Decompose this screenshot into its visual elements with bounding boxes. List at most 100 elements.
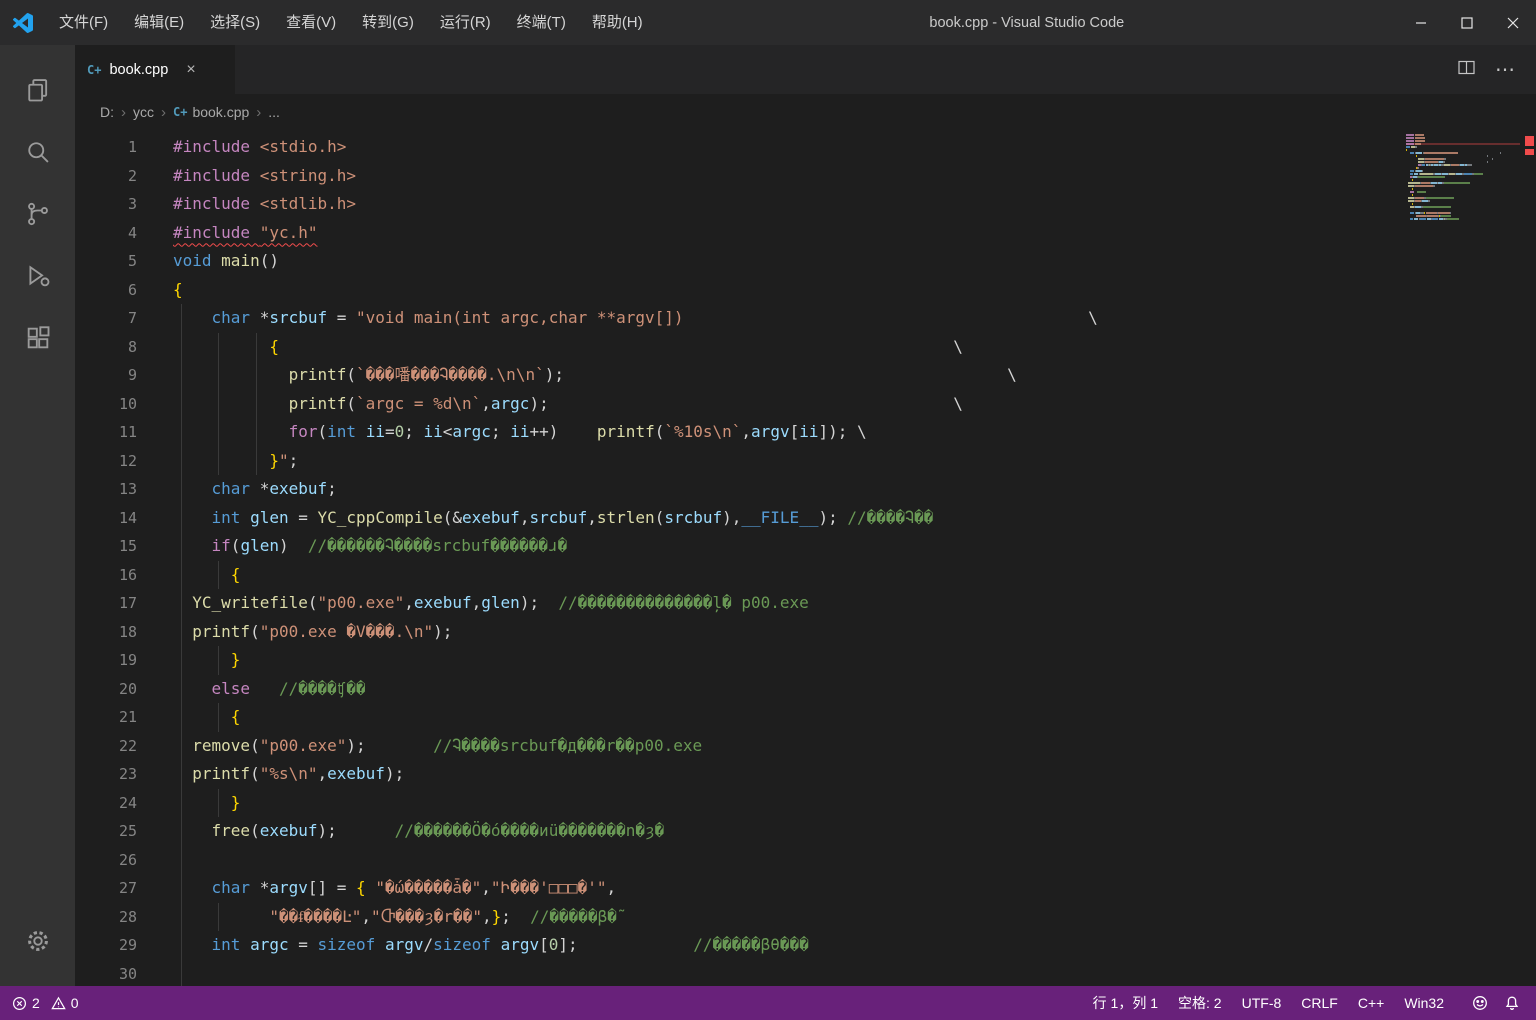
indent-guide [181, 845, 182, 874]
code-line[interactable]: 19 } [75, 646, 1536, 675]
maximize-button[interactable] [1444, 0, 1490, 45]
code-text: #include <stdlib.h> [173, 194, 357, 213]
code-text: else //����ʧ�� [137, 674, 366, 703]
code-line[interactable]: 11 for(int ii=0; ii<argc; ii++) printf(`… [75, 418, 1536, 447]
indent-guide [218, 560, 219, 589]
explorer-icon[interactable] [14, 59, 62, 121]
code-line[interactable]: 28 "��ᵮ����Ŀ","Ⴇ���ȝ�r��",}; //�����β�˜ [75, 902, 1536, 931]
statusbar-language-mode[interactable]: C++ [1348, 995, 1394, 1011]
code-line[interactable]: 15 if(glen) //������Ꮈ����srcbuf������ɹ� [75, 532, 1536, 561]
code-line[interactable]: 2 #include <string.h> [75, 162, 1536, 191]
source-control-icon[interactable] [14, 183, 62, 245]
breadcrumb-item[interactable]: ycc [133, 104, 154, 120]
menu-item[interactable]: 选择(S) [197, 0, 273, 45]
code-line[interactable]: 20 else //����ʧ�� [75, 674, 1536, 703]
minimap-line [1406, 134, 1520, 136]
indent-guide [181, 788, 182, 817]
indent-guide [218, 902, 219, 931]
minimap-line [1406, 155, 1520, 157]
code-line[interactable]: 10 printf(`argc = %d\n`,argc); \ [75, 389, 1536, 418]
menu-item[interactable]: 运行(R) [427, 0, 504, 45]
overview-ruler[interactable] [1522, 130, 1536, 986]
warning-count: 0 [70, 995, 79, 1011]
code-line[interactable]: 23 printf("%s\n",exebuf); [75, 760, 1536, 789]
line-number: 15 [118, 537, 137, 555]
code-line[interactable]: 26 [75, 845, 1536, 874]
code-line[interactable]: 4 #include "yc.h" [75, 219, 1536, 248]
code-line[interactable]: 29 int argc = sizeof argv/sizeof argv[0]… [75, 931, 1536, 960]
indent-guide [181, 959, 182, 986]
code-line[interactable]: 22 remove("p00.exe"); //Ꮈ����srcbuf�д���… [75, 731, 1536, 760]
code-line[interactable]: 8 { \ [75, 332, 1536, 361]
close-button[interactable] [1490, 0, 1536, 45]
menu-item[interactable]: 转到(G) [349, 0, 427, 45]
tab-book-cpp[interactable]: C+ book.cpp × [75, 45, 235, 94]
line-number: 22 [118, 736, 137, 755]
breadcrumb-item[interactable]: C+ book.cpp [173, 104, 249, 120]
code-area[interactable]: 1 #include <stdio.h> 2 #include <string.h> 3… [75, 130, 1536, 986]
menu-item[interactable]: 帮助(H) [579, 0, 656, 45]
settings-gear-icon[interactable] [14, 910, 62, 972]
search-icon[interactable] [14, 121, 62, 183]
code-line[interactable]: 24 } [75, 788, 1536, 817]
code-line[interactable]: 27 char *argv[] = { "�ώ�����ǡ�","Ի���'□□… [75, 874, 1536, 903]
statusbar-cursor-position[interactable]: 行 1，列 1 [1083, 993, 1168, 1013]
menu-item[interactable]: 查看(V) [273, 0, 349, 45]
extensions-icon[interactable] [14, 307, 62, 369]
minimap[interactable] [1406, 134, 1520, 224]
run-debug-icon[interactable] [14, 245, 62, 307]
statusbar-eol[interactable]: CRLF [1291, 995, 1348, 1011]
code-line[interactable]: 21 { [75, 703, 1536, 732]
indent-guide [181, 817, 182, 846]
code-line[interactable]: 3 #include <stdlib.h> [75, 190, 1536, 219]
code-line[interactable]: 17 YC_writefile("p00.exe",exebuf,glen); … [75, 589, 1536, 618]
code-line[interactable]: 9 printf(`���噃���Ꮈ����.\n\n`); \ [75, 361, 1536, 390]
breadcrumb-item[interactable]: D: [100, 104, 114, 120]
tab-close-icon[interactable]: × [186, 61, 195, 79]
notifications-bell-icon[interactable] [1496, 995, 1528, 1011]
code-line[interactable]: 18 printf("p00.exe �V���.\n"); [75, 617, 1536, 646]
indent-guide [181, 503, 182, 532]
indent-guide [181, 418, 182, 447]
split-editor-icon[interactable] [1458, 60, 1475, 80]
problems-indicator[interactable]: 2 0 [12, 995, 79, 1011]
editor[interactable]: 1 #include <stdio.h> 2 #include <string.h> 3… [75, 130, 1536, 986]
line-number: 30 [118, 964, 137, 983]
statusbar-indentation[interactable]: 空格: 2 [1168, 993, 1232, 1013]
code-text: { [137, 560, 240, 589]
code-text: { [173, 279, 183, 299]
menu-item[interactable]: 文件(F) [46, 0, 121, 45]
code-line[interactable]: 1 #include <stdio.h> [75, 133, 1536, 162]
indent-guide [181, 760, 182, 789]
minimize-button[interactable] [1398, 0, 1444, 45]
breadcrumb-item[interactable]: ... [268, 104, 280, 120]
more-actions-icon[interactable]: ⋯ [1495, 57, 1516, 82]
code-line[interactable]: 12 }"; [75, 446, 1536, 475]
indent-guide [256, 332, 257, 361]
menu-item[interactable]: 编辑(E) [121, 0, 197, 45]
code-line[interactable]: 14 int glen = YC_cppCompile(&exebuf,srcb… [75, 503, 1536, 532]
code-text: #include <stdio.h> [173, 137, 347, 156]
line-number: 6 [127, 280, 137, 299]
code-line[interactable]: 25 free(exebuf); //������Ö�ó����иü������… [75, 817, 1536, 846]
feedback-icon[interactable] [1464, 995, 1496, 1011]
code-line[interactable]: 6{ [75, 276, 1536, 305]
line-number: 28 [118, 907, 137, 926]
code-line[interactable]: 7 char *srcbuf = "void main(int argc,cha… [75, 304, 1536, 333]
minimap-line [1406, 203, 1520, 205]
vscode-logo-icon [0, 12, 46, 33]
statusbar-platform[interactable]: Win32 [1394, 995, 1454, 1011]
code-line[interactable]: 5 void main() [75, 247, 1536, 276]
menu-item[interactable]: 终端(T) [504, 0, 579, 45]
statusbar-encoding[interactable]: UTF-8 [1232, 995, 1292, 1011]
code-text: void main() [173, 251, 279, 270]
code-line[interactable]: 16 { [75, 560, 1536, 589]
line-number: 29 [118, 936, 137, 954]
minimap-line [1406, 170, 1520, 172]
cpp-file-icon: C+ [87, 62, 102, 77]
code-line[interactable]: 13 char *exebuf; [75, 475, 1536, 504]
code-text [137, 959, 182, 986]
activity-bar [0, 45, 75, 986]
minimap-line [1406, 137, 1520, 139]
code-line[interactable]: 30 [75, 959, 1536, 986]
